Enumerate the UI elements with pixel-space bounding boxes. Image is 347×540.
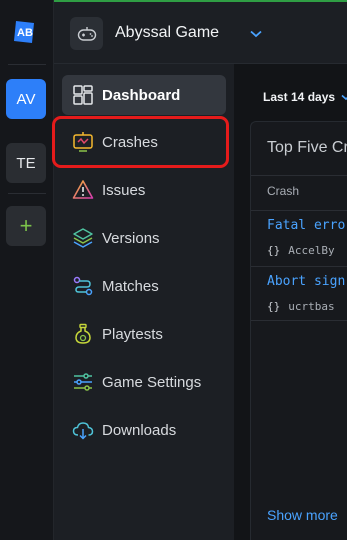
crash-title-link[interactable]: Fatal erro <box>267 218 345 233</box>
sidebar-nav: Dashboard Crashes Issues Versions Matche… <box>52 64 234 540</box>
sidebar-item-label: Matches <box>102 277 159 295</box>
sidebar-item-label: Dashboard <box>102 86 181 104</box>
main-content: Last 14 days Top Five Cra Crash Fatal er… <box>234 64 347 540</box>
crash-module-name: AccelBy <box>288 244 335 257</box>
sidebar-item-label: Downloads <box>102 421 177 439</box>
sidebar-item-label: Issues <box>102 181 146 199</box>
crash-monitor-icon <box>73 132 93 152</box>
sliders-icon <box>74 373 92 391</box>
sidebar-item-label: Game Settings <box>102 373 202 391</box>
sidebar-item-label: Crashes <box>102 133 158 151</box>
divider <box>251 175 347 176</box>
gamepad-icon <box>70 17 103 50</box>
workspace-av-button[interactable]: AV <box>6 79 46 119</box>
top-crashes-card: Top Five Cra Crash Fatal erro {}AccelBy … <box>250 121 347 540</box>
dashboard-icon <box>73 85 93 105</box>
sidebar-item-versions[interactable]: Versions <box>62 218 226 258</box>
app-logo-text: AB <box>17 27 33 39</box>
divider <box>251 320 347 321</box>
sidebar-item-game-settings[interactable]: Game Settings <box>62 362 226 402</box>
crash-title-link[interactable]: Abort sign <box>267 274 345 289</box>
workspace-te-button[interactable]: TE <box>6 143 46 183</box>
project-name: Abyssal Game <box>115 24 220 41</box>
sidebar-item-matches[interactable]: Matches <box>62 266 226 306</box>
divider <box>251 266 347 267</box>
crash-module-name: ucrtbas <box>288 300 335 313</box>
add-workspace-button[interactable]: + <box>6 206 46 246</box>
warning-triangle-icon <box>72 180 94 199</box>
project-header[interactable]: Abyssal Game <box>54 2 347 64</box>
divider <box>251 210 347 211</box>
workspace-rail: AB AV TE + <box>0 0 54 540</box>
chevron-down-icon[interactable] <box>341 94 347 101</box>
card-title: Top Five Cra <box>267 139 347 156</box>
layers-icon <box>73 228 93 248</box>
potion-icon <box>75 323 91 344</box>
crash-module: {} AccelBy <box>267 244 335 257</box>
show-more-link[interactable]: Show more <box>267 507 338 523</box>
sidebar-item-dashboard[interactable]: Dashboard <box>62 75 226 115</box>
column-header-crash: Crash <box>267 184 300 198</box>
route-icon <box>73 276 93 296</box>
cloud-download-icon <box>72 422 94 440</box>
sidebar-item-issues[interactable]: Issues <box>62 170 226 210</box>
date-range-selector[interactable]: Last 14 days <box>263 90 335 104</box>
code-braces-icon: {} <box>267 244 281 257</box>
app-logo-icon[interactable]: AB <box>12 19 38 45</box>
crash-module: {} ucrtbas <box>267 300 335 313</box>
code-braces-icon: {} <box>267 300 281 313</box>
sidebar-item-crashes[interactable]: Crashes <box>52 116 229 168</box>
chevron-down-icon[interactable] <box>250 30 262 38</box>
sidebar-item-downloads[interactable]: Downloads <box>62 410 226 450</box>
rail-divider <box>8 193 46 194</box>
sidebar-item-playtests[interactable]: Playtests <box>62 314 226 354</box>
sidebar-item-label: Versions <box>102 229 160 247</box>
rail-divider <box>8 64 46 65</box>
sidebar-item-label: Playtests <box>102 325 163 343</box>
